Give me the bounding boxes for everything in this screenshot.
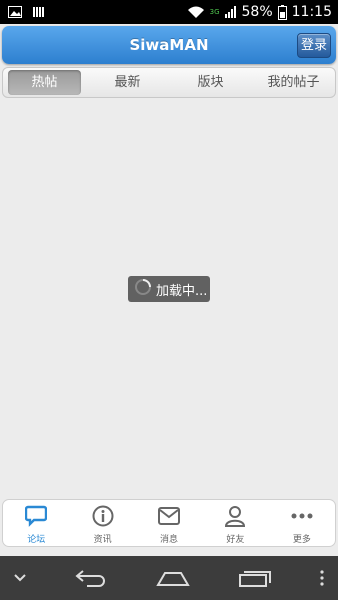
mail-icon bbox=[157, 504, 181, 528]
nav-label: 好友 bbox=[226, 535, 245, 545]
nav-messages[interactable]: 消息 bbox=[136, 500, 202, 546]
info-icon bbox=[91, 504, 115, 528]
loading-text: 加载中... bbox=[156, 283, 208, 299]
status-right: 3G 58% 11:15 bbox=[187, 4, 332, 20]
app-header: SiwaMAN 登录 bbox=[2, 26, 336, 64]
status-left bbox=[8, 6, 44, 18]
chevron-down-icon[interactable] bbox=[14, 574, 26, 582]
network-label: 3G bbox=[209, 8, 220, 16]
status-bar: 3G 58% 11:15 bbox=[0, 0, 338, 24]
battery-icon bbox=[277, 4, 287, 20]
person-icon bbox=[223, 504, 247, 528]
tab-latest[interactable]: 最新 bbox=[91, 70, 164, 95]
nav-friends[interactable]: 好友 bbox=[202, 500, 268, 546]
more-icon bbox=[290, 504, 314, 528]
chat-bubble-icon bbox=[24, 504, 48, 528]
nav-label: 更多 bbox=[292, 535, 311, 545]
nav-label: 资讯 bbox=[93, 535, 112, 545]
nav-more[interactable]: 更多 bbox=[269, 500, 335, 546]
system-nav bbox=[0, 556, 338, 600]
wifi-icon bbox=[187, 6, 205, 19]
menu-icon[interactable] bbox=[320, 570, 324, 586]
spinner-icon bbox=[134, 278, 152, 300]
app-title: SiwaMAN bbox=[129, 36, 209, 54]
nav-label: 消息 bbox=[160, 535, 179, 545]
back-icon[interactable] bbox=[75, 569, 107, 587]
image-icon bbox=[8, 6, 22, 18]
nav-forum[interactable]: 论坛 bbox=[3, 500, 69, 546]
login-button[interactable]: 登录 bbox=[297, 33, 331, 58]
tab-my-posts[interactable]: 我的帖子 bbox=[257, 70, 330, 95]
home-icon[interactable] bbox=[156, 569, 190, 587]
recents-icon[interactable] bbox=[239, 569, 271, 587]
signal-icon bbox=[224, 6, 237, 18]
nav-label: 论坛 bbox=[27, 535, 46, 545]
nav-news[interactable]: 资讯 bbox=[69, 500, 135, 546]
battery-percent: 58% bbox=[241, 4, 273, 20]
tab-bar: 热帖 最新 版块 我的帖子 bbox=[2, 67, 336, 98]
sim-icon bbox=[32, 6, 44, 18]
clock: 11:15 bbox=[291, 4, 332, 20]
tab-boards[interactable]: 版块 bbox=[174, 70, 247, 95]
bottom-nav: 论坛 资讯 消息 好友 更多 bbox=[2, 499, 336, 547]
tab-hot[interactable]: 热帖 bbox=[8, 70, 81, 95]
loading-toast: 加载中... bbox=[128, 276, 210, 302]
